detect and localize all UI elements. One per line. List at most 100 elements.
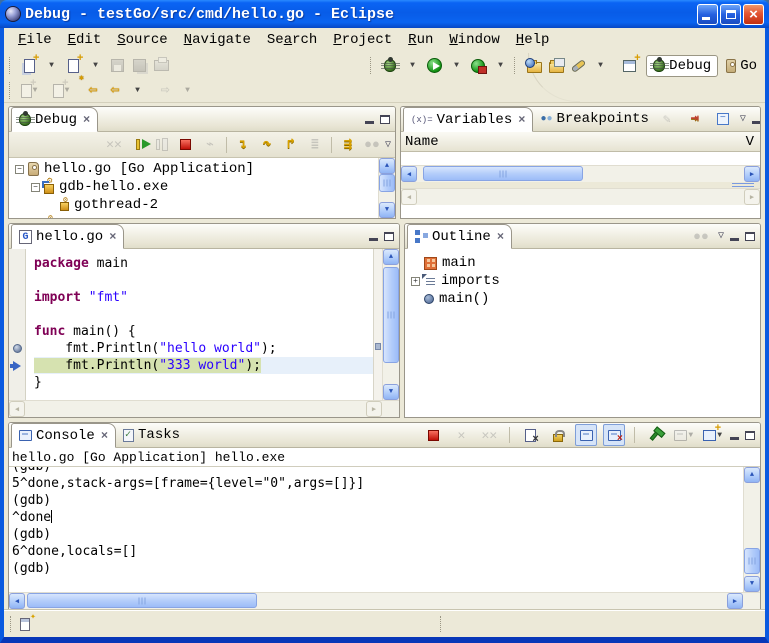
minimize-window-button[interactable] xyxy=(697,4,718,25)
search-dropdown[interactable]: ▼ xyxy=(589,55,611,77)
view-menu-icon[interactable]: ▽ xyxy=(385,139,391,151)
code-line[interactable] xyxy=(34,272,373,289)
console-line[interactable]: 6^done,locals=[] xyxy=(12,543,743,560)
variables-table-empty[interactable] xyxy=(401,152,760,165)
step-return-button[interactable]: ↱ xyxy=(280,134,302,156)
remove-launch-button[interactable]: ✕ xyxy=(450,424,472,446)
close-tab-icon[interactable]: × xyxy=(101,429,108,443)
scroll-left-icon[interactable]: ◀ xyxy=(401,189,417,205)
back-dropdown[interactable]: ▼ xyxy=(126,80,148,102)
maximize-view-button[interactable] xyxy=(745,431,755,440)
new-folder-dropdown[interactable]: ▼ xyxy=(84,55,106,77)
external-tools-dropdown[interactable]: ▼ xyxy=(489,55,511,77)
back-button[interactable]: ⇦ xyxy=(104,80,126,102)
last-edit-location-button[interactable]: ⇦ xyxy=(82,80,104,102)
collapse-expander-icon[interactable]: − xyxy=(15,165,24,174)
tree-item[interactable]: +imports xyxy=(409,272,760,290)
title-bar[interactable]: Debug - testGo/src/cmd/hello.go - Eclips… xyxy=(0,0,769,28)
editor-vertical-scrollbar[interactable]: ▲ ▼ xyxy=(382,249,399,400)
console-line[interactable]: (gdb) xyxy=(12,526,743,543)
scroll-lock-button[interactable] xyxy=(547,424,569,446)
maximize-view-button[interactable] xyxy=(380,115,390,124)
search-button[interactable] xyxy=(567,55,589,77)
toolbar-grip[interactable] xyxy=(370,57,374,74)
tab-variables[interactable]: (x)= Variables × xyxy=(403,107,533,132)
new-wizard-button[interactable] xyxy=(18,55,40,77)
code-line[interactable]: package main xyxy=(34,255,373,272)
code-line[interactable] xyxy=(34,306,373,323)
minimize-view-button[interactable] xyxy=(730,238,739,241)
use-step-filters-button[interactable]: ⇶ xyxy=(337,134,359,156)
toolbar-grip[interactable] xyxy=(9,82,13,99)
overview-ruler[interactable] xyxy=(373,249,382,400)
filters-button[interactable]: ●● xyxy=(690,225,712,247)
external-tools-button[interactable] xyxy=(467,55,489,77)
disconnect-button[interactable]: ⌁ xyxy=(199,134,221,156)
debug-tree-vertical-scrollbar[interactable]: ▲ ▼ xyxy=(378,158,395,218)
collapse-expander-icon[interactable]: − xyxy=(31,183,40,192)
gutter-row[interactable] xyxy=(9,357,25,374)
code-line[interactable]: } xyxy=(34,374,373,391)
minimize-view-button[interactable] xyxy=(730,437,739,440)
show-type-names-button[interactable]: ✎ xyxy=(656,108,678,130)
maximize-window-button[interactable] xyxy=(720,4,741,25)
next-annotation-button[interactable]: ▼ xyxy=(18,80,40,102)
view-menu-icon[interactable]: ▽ xyxy=(718,230,724,242)
annotation-mark[interactable] xyxy=(375,343,381,350)
scroll-down-icon[interactable]: ▼ xyxy=(379,202,395,218)
console-line[interactable]: ^done xyxy=(12,509,743,526)
show-stderr-button[interactable] xyxy=(603,424,625,446)
minimize-view-button[interactable] xyxy=(365,121,374,124)
console-horizontal-scrollbar[interactable]: ◀ ▶ xyxy=(9,592,760,609)
gutter-row[interactable] xyxy=(9,272,25,289)
console-line[interactable]: 5^done,stack-args=[frame={level="0",args… xyxy=(12,475,743,492)
gutter-row[interactable] xyxy=(9,340,25,357)
tab-console[interactable]: Console × xyxy=(11,423,116,448)
gutter-row[interactable] xyxy=(9,323,25,340)
code-line[interactable]: fmt.Println("333 world"); xyxy=(34,357,373,374)
instruction-stepping-button[interactable]: ≣ xyxy=(304,134,326,156)
restart-button[interactable]: ●● xyxy=(361,134,383,156)
tab-outline[interactable]: Outline × xyxy=(407,224,512,249)
scroll-left-icon[interactable]: ◀ xyxy=(401,166,417,182)
breakpoint-icon[interactable] xyxy=(13,344,22,353)
console-line[interactable]: (gdb) xyxy=(12,467,743,475)
collapse-all-button[interactable]: − xyxy=(712,108,734,130)
close-tab-icon[interactable]: × xyxy=(83,113,90,127)
menu-source[interactable]: Source xyxy=(109,30,175,50)
scrollbar-thumb[interactable] xyxy=(383,267,399,363)
open-perspective-button[interactable] xyxy=(618,55,640,77)
tree-item[interactable]: main xyxy=(409,254,760,272)
maximize-view-button[interactable] xyxy=(745,232,755,241)
tab-hello-go[interactable]: G hello.go × xyxy=(11,224,124,249)
gutter-row[interactable] xyxy=(9,306,25,323)
view-menu-icon[interactable]: ▽ xyxy=(740,113,746,125)
close-tab-icon[interactable]: × xyxy=(497,230,504,244)
debug-dropdown[interactable]: ▼ xyxy=(401,55,423,77)
scroll-right-icon[interactable]: ▶ xyxy=(366,401,382,417)
code-line[interactable]: import "fmt" xyxy=(34,289,373,306)
show-stdout-button[interactable] xyxy=(575,424,597,446)
open-type-button[interactable] xyxy=(523,55,545,77)
menu-run[interactable]: Run xyxy=(400,30,441,50)
debug-button[interactable] xyxy=(379,55,401,77)
fast-view-icon[interactable] xyxy=(20,618,30,631)
tree-item[interactable]: gothread-2 xyxy=(13,196,378,214)
console-terminate-button[interactable] xyxy=(422,424,444,446)
new-wizard-dropdown[interactable]: ▼ xyxy=(40,55,62,77)
menu-window[interactable]: Window xyxy=(441,30,507,50)
toolbar-grip[interactable] xyxy=(514,57,518,74)
suspend-button[interactable] xyxy=(151,134,173,156)
console-line[interactable]: (gdb) xyxy=(12,560,743,577)
scroll-up-icon[interactable]: ▲ xyxy=(744,467,760,483)
display-selected-console-button[interactable]: ▼ xyxy=(672,424,695,446)
console-vertical-scrollbar[interactable]: ▲ ▼ xyxy=(743,467,760,592)
forward-button[interactable]: ⇨ xyxy=(154,80,176,102)
menu-navigate[interactable]: Navigate xyxy=(176,30,259,50)
menu-help[interactable]: Help xyxy=(508,30,558,50)
forward-dropdown[interactable]: ▼ xyxy=(176,80,198,102)
variables-horizontal-scrollbar[interactable]: ◀ ▶ xyxy=(401,165,760,182)
editor-horizontal-scrollbar[interactable]: ◀ ▶ xyxy=(9,400,399,417)
scroll-right-icon[interactable]: ▶ xyxy=(727,593,743,609)
close-tab-icon[interactable]: × xyxy=(518,113,525,127)
